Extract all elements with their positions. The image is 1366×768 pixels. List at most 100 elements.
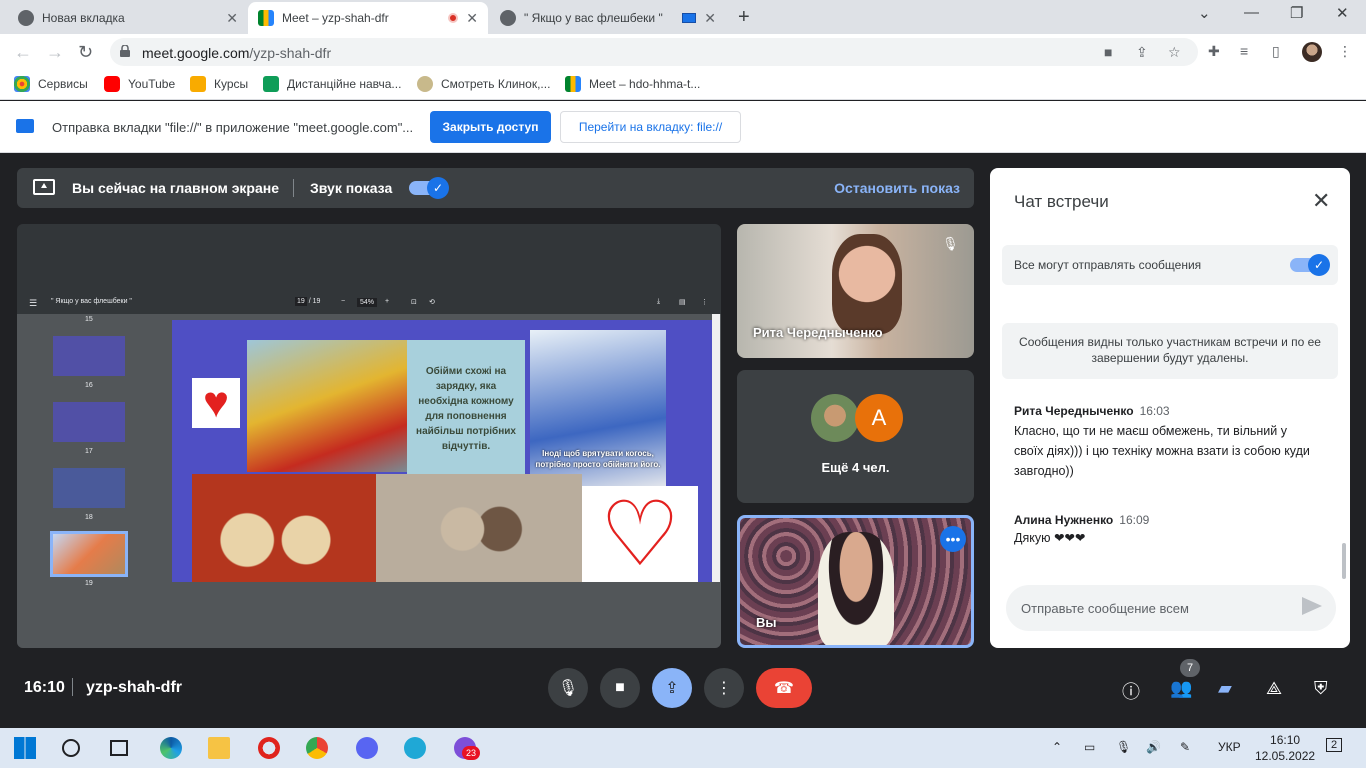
- chat-permission-row: Все могут отправлять сообщения ✓: [1002, 245, 1338, 285]
- menu-icon[interactable]: ⋮: [1338, 43, 1352, 60]
- minimize-button[interactable]: —: [1244, 4, 1259, 21]
- chat-input[interactable]: Отправьте сообщение всем: [1006, 585, 1336, 631]
- tab-meet[interactable]: Meet – yzp-shah-dfr ✕: [248, 2, 488, 34]
- bookmark-distance[interactable]: Дистанційне навча...: [263, 76, 401, 92]
- host-controls-icon[interactable]: ⛨: [1314, 678, 1328, 699]
- close-window-button[interactable]: ✕: [1336, 4, 1349, 22]
- send-icon[interactable]: [1302, 597, 1322, 615]
- volume-icon[interactable]: 🔊: [1146, 740, 1161, 754]
- language-indicator[interactable]: УКР: [1218, 740, 1241, 754]
- chat-title: Чат встречи: [1014, 192, 1109, 211]
- chat-icon[interactable]: ▰: [1218, 678, 1232, 699]
- chrome-icon: [18, 10, 34, 26]
- canva-icon[interactable]: [404, 737, 426, 759]
- pen-icon[interactable]: ✎: [1180, 740, 1190, 754]
- pdf-toolbar: ☰ " Якщо у вас флешбеки " 19 / 19 − 54% …: [17, 290, 721, 314]
- discord-icon[interactable]: [356, 737, 378, 759]
- thumbnail-page-selected[interactable]: [50, 531, 128, 577]
- show-hidden-icons[interactable]: ⌃: [1052, 740, 1062, 754]
- bookmark-youtube[interactable]: YouTube: [104, 76, 175, 92]
- close-icon[interactable]: ✕: [466, 10, 478, 27]
- file-explorer-icon[interactable]: [208, 737, 230, 759]
- opera-icon[interactable]: [258, 737, 280, 759]
- new-tab-button[interactable]: +: [738, 6, 750, 29]
- permission-label: Все могут отправлять сообщения: [1014, 258, 1202, 272]
- tab-search-icon[interactable]: ⌄: [1198, 4, 1211, 22]
- system-clock[interactable]: 16:10 12.05.2022: [1255, 732, 1315, 764]
- page-indicator: 19 / 19: [295, 297, 321, 306]
- star-icon[interactable]: ☆: [1168, 44, 1181, 61]
- presenting-bar: Вы сейчас на главном экране Звук показа …: [17, 168, 974, 208]
- info-icon[interactable]: ⓘ: [1122, 678, 1140, 704]
- close-chat-icon[interactable]: ✕: [1312, 188, 1330, 214]
- more-options-icon[interactable]: •••: [940, 526, 966, 552]
- participant-tile-self[interactable]: ••• Вы: [737, 515, 974, 648]
- chat-panel: Чат встречи ✕ Все могут отправлять сообщ…: [990, 168, 1350, 648]
- zoom-out-icon[interactable]: −: [341, 298, 345, 305]
- more-icon[interactable]: ⋮: [701, 298, 708, 306]
- zoom-in-icon[interactable]: +: [385, 298, 389, 305]
- present-button[interactable]: ⇪: [652, 668, 692, 708]
- meet-area: Вы сейчас на главном экране Звук показа …: [0, 153, 1366, 727]
- more-options-button[interactable]: ⋮: [704, 668, 744, 708]
- thumbnail-page[interactable]: [53, 468, 125, 508]
- activities-icon[interactable]: ⟁: [1266, 678, 1282, 699]
- side-panel-icon[interactable]: ▯: [1272, 43, 1280, 60]
- participant-name: Вы: [756, 615, 777, 630]
- bookmark-meet[interactable]: Meet – hdo-hhma-t...: [565, 76, 700, 92]
- thumbnail-page[interactable]: [53, 402, 125, 442]
- maximize-button[interactable]: ❐: [1290, 4, 1303, 22]
- tab-pdf[interactable]: " Якщо у вас флешбеки " ✕: [490, 2, 726, 34]
- media-icon[interactable]: ≡: [1240, 43, 1248, 59]
- stop-presenting-button[interactable]: Остановить показ: [834, 180, 960, 196]
- microphone-tray-icon[interactable]: 🎙: [1116, 740, 1131, 754]
- people-icon[interactable]: 👥: [1170, 678, 1192, 699]
- pdf-menu-icon[interactable]: ☰: [29, 298, 37, 309]
- edge-icon[interactable]: [160, 737, 182, 759]
- fit-page-icon[interactable]: ⊡: [411, 298, 417, 306]
- download-icon[interactable]: ⤓: [657, 298, 660, 306]
- bookmark-services[interactable]: Сервисы: [14, 76, 88, 92]
- close-icon[interactable]: ✕: [226, 10, 238, 27]
- pdf-title: " Якщо у вас флешбеки ": [51, 298, 132, 305]
- participant-tile-more[interactable]: A Ещё 4 чел.: [737, 370, 974, 503]
- check-icon: ✓: [1308, 254, 1330, 276]
- share-icon[interactable]: ⇪: [1136, 44, 1148, 61]
- close-icon[interactable]: ✕: [704, 10, 716, 27]
- task-view-icon[interactable]: [110, 740, 128, 756]
- permission-toggle[interactable]: ✓: [1290, 254, 1330, 276]
- microphone-button[interactable]: 🎙: [548, 668, 588, 708]
- camera-icon[interactable]: ■: [1104, 44, 1112, 60]
- forward-icon[interactable]: →: [46, 42, 64, 63]
- bookmark-anime[interactable]: Смотреть Клинок,...: [417, 76, 550, 92]
- chat-scrollbar[interactable]: [1342, 543, 1346, 579]
- avatar-letter: A: [855, 394, 903, 442]
- infobar-message: Отправка вкладки "file://" в приложение …: [52, 120, 414, 135]
- stop-sharing-button[interactable]: Закрыть доступ: [430, 111, 551, 143]
- tab-new-tab[interactable]: Новая вкладка ✕: [8, 2, 248, 34]
- muted-mic-icon: 🎙: [942, 236, 959, 251]
- present-icon: [33, 179, 55, 195]
- search-icon[interactable]: [62, 739, 80, 757]
- windows-start-icon[interactable]: [14, 737, 36, 759]
- profile-avatar[interactable]: [1302, 42, 1322, 62]
- bookmark-courses[interactable]: Курсы: [190, 76, 248, 92]
- participant-tile-rita[interactable]: 🎙 Рита Чередныченко: [737, 224, 974, 358]
- chrome-icon[interactable]: [306, 737, 328, 759]
- rotate-icon[interactable]: ⟲: [429, 298, 435, 306]
- print-icon[interactable]: ▤: [679, 298, 686, 306]
- reload-icon[interactable]: ↻: [78, 42, 93, 63]
- thumbnail-page[interactable]: [53, 336, 125, 376]
- switch-to-tab-button[interactable]: Перейти на вкладку: file://: [560, 111, 741, 143]
- chat-input-placeholder: Отправьте сообщение всем: [1021, 601, 1189, 616]
- thumb-number: 16: [85, 382, 93, 389]
- end-call-button[interactable]: ☎: [756, 668, 812, 708]
- back-icon[interactable]: ←: [14, 42, 32, 63]
- camera-button[interactable]: ■: [600, 668, 640, 708]
- battery-icon[interactable]: ▭: [1084, 740, 1095, 754]
- notifications-icon[interactable]: 2: [1326, 738, 1343, 752]
- share-audio-toggle[interactable]: ✓: [409, 177, 449, 199]
- pdf-scrollbar[interactable]: [712, 314, 720, 582]
- address-bar[interactable]: meet.google.com/yzp-shah-dfr ■ ⇪ ☆: [110, 38, 1198, 66]
- extensions-icon[interactable]: ✚: [1208, 43, 1220, 60]
